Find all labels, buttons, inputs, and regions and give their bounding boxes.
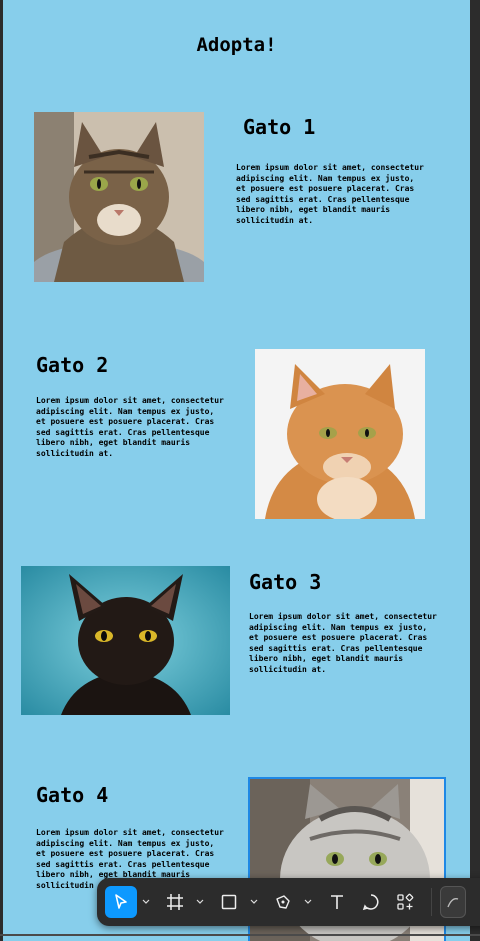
- pen-tool-menu[interactable]: [301, 886, 315, 918]
- chevron-down-icon: [304, 899, 312, 904]
- comment-icon: [362, 894, 379, 911]
- frame-icon: [167, 894, 183, 910]
- frame-tool-menu[interactable]: [193, 886, 207, 918]
- cat-photo-1[interactable]: [34, 112, 204, 282]
- card-text-2: Lorem ipsum dolor sit amet, consectetur …: [36, 396, 224, 458]
- toolbar-divider: [431, 888, 432, 916]
- card-text-3: Lorem ipsum dolor sit amet, consectetur …: [249, 612, 437, 674]
- canvas-bottom-border: [0, 934, 480, 936]
- card-title-2: Gato 2: [36, 353, 109, 377]
- card-title-3: Gato 3: [249, 570, 322, 594]
- bottom-toolbar: [97, 878, 480, 926]
- text-tool-button[interactable]: [321, 886, 353, 918]
- comment-tool-button[interactable]: [355, 886, 387, 918]
- page-title: Adopta!: [196, 34, 277, 56]
- draw-mode-button[interactable]: [440, 886, 466, 918]
- rectangle-icon: [221, 894, 237, 910]
- chevron-down-icon: [250, 899, 258, 904]
- cat-photo-2[interactable]: [255, 349, 425, 519]
- move-tool-menu[interactable]: [139, 886, 153, 918]
- card-text-1: Lorem ipsum dolor sit amet, consectetur …: [236, 163, 424, 225]
- chevron-down-icon: [142, 899, 150, 904]
- move-tool-button[interactable]: [105, 886, 137, 918]
- draw-icon: [447, 897, 459, 908]
- pen-tool-button[interactable]: [267, 886, 299, 918]
- design-frame[interactable]: Adopta! Gato 1 Lorem ipsum dolor sit ame…: [3, 0, 470, 941]
- actions-tool-button[interactable]: [389, 886, 421, 918]
- pen-icon: [276, 895, 290, 909]
- card-title-1: Gato 1: [243, 115, 316, 139]
- card-title-4: Gato 4: [36, 783, 109, 807]
- text-icon: [331, 895, 343, 909]
- frame-tool-button[interactable]: [159, 886, 191, 918]
- chevron-down-icon: [196, 899, 204, 904]
- rectangle-tool-button[interactable]: [213, 886, 245, 918]
- right-panel-edge: [470, 0, 480, 941]
- move-icon: [115, 894, 127, 909]
- rectangle-tool-menu[interactable]: [247, 886, 261, 918]
- cat-photo-3[interactable]: [21, 566, 230, 715]
- actions-icon: [397, 893, 414, 910]
